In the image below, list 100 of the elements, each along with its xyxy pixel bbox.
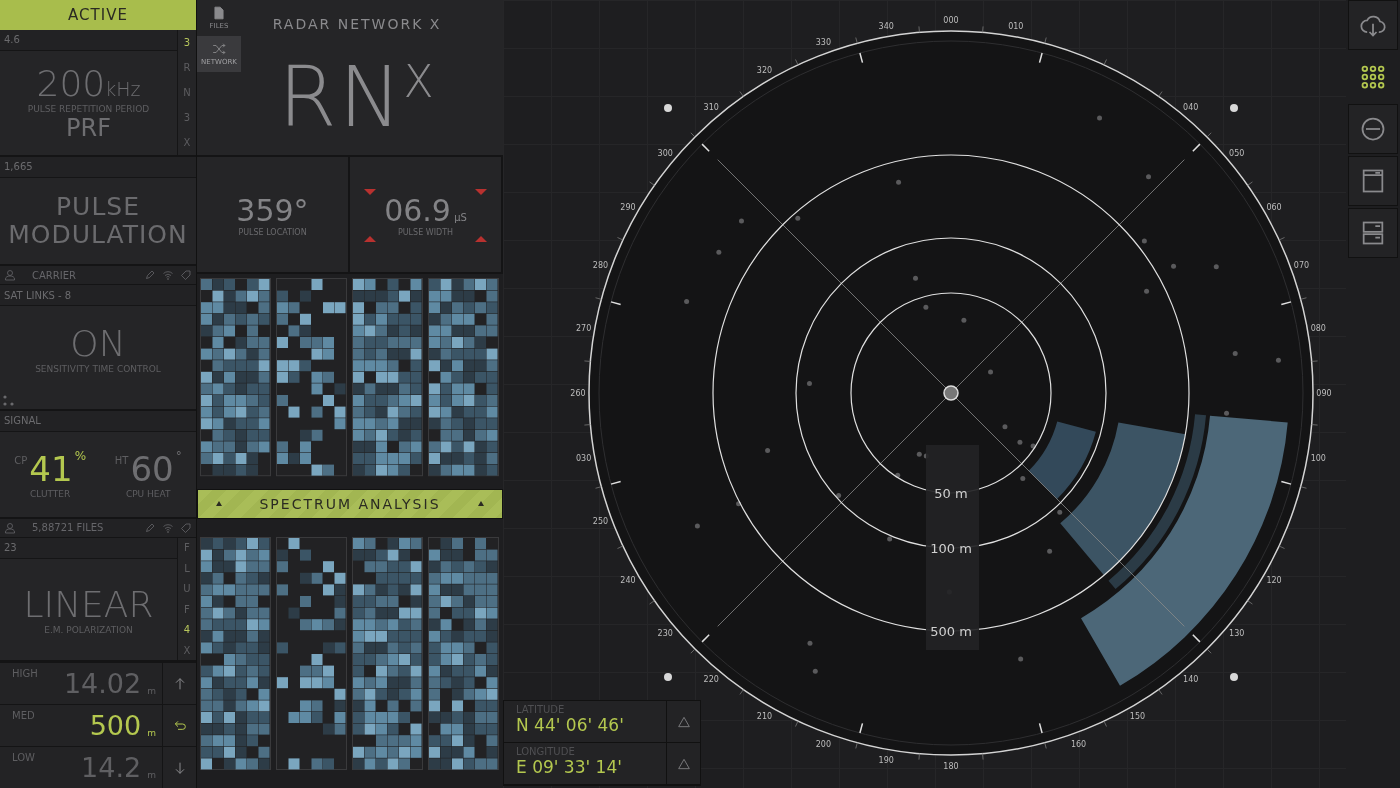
bearing-label: 250 — [592, 516, 609, 526]
bearing-label: 120 — [1266, 575, 1282, 585]
gauge-unit: % — [74, 449, 87, 464]
range-label: 50 m — [934, 486, 968, 501]
bearing-label: 000 — [943, 16, 959, 25]
status-button[interactable]: ACTIVE — [0, 0, 196, 30]
bearing-label: 270 — [576, 324, 592, 334]
toolbar-button[interactable] — [1348, 156, 1398, 206]
wifi-icon[interactable] — [162, 521, 174, 534]
footer-label: CARRIER — [31, 269, 77, 281]
marker-dot — [1230, 104, 1238, 112]
increase-triangle-icon[interactable] — [475, 236, 487, 242]
user-icon — [4, 521, 16, 534]
readout-label: PULSE LOCATION — [238, 227, 307, 237]
bearing-label: 180 — [943, 762, 959, 771]
bearing-label: 230 — [657, 628, 673, 638]
side-letter[interactable]: F — [178, 537, 196, 559]
gauge-prefix: HT — [114, 455, 129, 467]
altitude-label: LOW — [12, 752, 36, 764]
increase-triangle-icon[interactable] — [364, 236, 376, 242]
bearing-label: 080 — [1310, 324, 1326, 334]
tag-icon[interactable] — [180, 269, 192, 282]
up-triangle-icon — [478, 500, 484, 509]
gauge-prefix: CP — [14, 455, 28, 467]
bearing-label: 150 — [1129, 712, 1146, 722]
side-letter[interactable]: R — [178, 54, 196, 80]
altitude-value: 14.02 — [62, 668, 142, 700]
toolbar-button[interactable] — [1348, 208, 1398, 258]
bearing-label: 260 — [570, 389, 586, 398]
altitude-label: MED — [12, 710, 36, 722]
bearing-label: 320 — [756, 65, 773, 75]
pencil-icon[interactable] — [144, 521, 156, 534]
bearing-label: 100 — [1310, 453, 1326, 463]
bearing-label: 090 — [1316, 389, 1332, 398]
value-label: E.M. POLARIZATION — [44, 624, 133, 635]
app-subtitle: RADAR NETWORK X — [272, 16, 442, 32]
bearing-label: 140 — [1183, 674, 1199, 684]
dot-grid-icon — [1359, 63, 1387, 91]
bearing-label: 300 — [657, 149, 673, 159]
marker-dot — [1230, 673, 1238, 681]
bearing-label: 070 — [1293, 261, 1310, 271]
bearing-label: 290 — [620, 202, 636, 212]
bearing-label: 330 — [815, 38, 832, 48]
altitude-unit: m — [147, 728, 156, 739]
pencil-icon[interactable] — [144, 269, 156, 282]
toolbar-button[interactable] — [1348, 0, 1398, 50]
bearing-label: 280 — [592, 261, 609, 271]
value-readout: 200 kHz — [36, 63, 141, 105]
value-code: PRF — [66, 114, 111, 143]
tag-icon[interactable] — [180, 521, 192, 534]
range-label: 500 m — [930, 624, 972, 639]
bearing-label: 220 — [703, 674, 719, 684]
side-letter[interactable]: F — [178, 599, 196, 620]
footer-label: 5,88721 FILES — [31, 522, 105, 534]
side-letter[interactable]: 3 — [178, 104, 196, 130]
decrease-triangle-icon[interactable] — [364, 189, 376, 195]
app-logo: RN$^{X}$ — [278, 47, 436, 147]
readout-value: 359° — [236, 192, 309, 228]
decrease-triangle-icon[interactable] — [475, 189, 487, 195]
coordinate-value: E 09' 33' 14' — [516, 757, 623, 777]
spectrum-analysis-button[interactable]: SPECTRUM ANALYSIS — [197, 489, 503, 520]
bearing-label: 030 — [576, 453, 592, 463]
bearing-label: 050 — [1229, 149, 1245, 159]
gauge-unit: ° — [175, 449, 182, 464]
bearing-label: 060 — [1266, 202, 1282, 212]
altitude-value: 14.2 — [80, 752, 142, 784]
bearing-label: 190 — [878, 756, 894, 766]
mode-readout: PULSE MODULATION — [7, 192, 189, 249]
side-letter[interactable]: 4 — [178, 619, 196, 640]
value-label: SENSITIVITY TIME CONTROL — [35, 364, 161, 375]
readout-label: PULSE WIDTH — [397, 227, 454, 237]
readout-value: 06.9 µS — [384, 192, 467, 228]
bearing-label: 340 — [878, 21, 894, 31]
bearing-label: 160 — [1070, 739, 1087, 749]
state-readout: ON — [70, 323, 126, 365]
bearing-label: 240 — [620, 575, 636, 585]
user-icon — [4, 269, 16, 282]
up-triangle-icon — [216, 500, 222, 509]
mode-readout: LINEAR — [23, 583, 154, 625]
toolbar-button[interactable] — [1348, 104, 1398, 154]
range-label: 100 m — [930, 541, 972, 556]
marker-dot — [664, 673, 672, 681]
bearing-label: 310 — [703, 103, 719, 113]
bearing-label: 040 — [1183, 103, 1199, 113]
shuffle-icon — [212, 42, 226, 56]
bearing-label: 130 — [1229, 628, 1245, 638]
coordinate-value: N 44' 06' 46' — [516, 715, 625, 735]
altitude-label: HIGH — [12, 668, 39, 680]
altitude-value: 500 — [88, 710, 142, 742]
minus-circle-icon — [1359, 115, 1387, 143]
gauge-value: 41 — [29, 449, 73, 490]
side-letter[interactable]: 3 — [178, 29, 196, 55]
wifi-icon[interactable] — [162, 269, 174, 282]
bearing-label: 200 — [815, 739, 832, 749]
file-icon — [212, 6, 226, 20]
gauge-label: CLUTTER — [30, 489, 71, 500]
gauge-value: 60 — [130, 449, 174, 490]
side-letter[interactable]: L — [178, 558, 196, 579]
bearing-label: 210 — [756, 712, 773, 722]
marker-dot — [664, 104, 672, 112]
